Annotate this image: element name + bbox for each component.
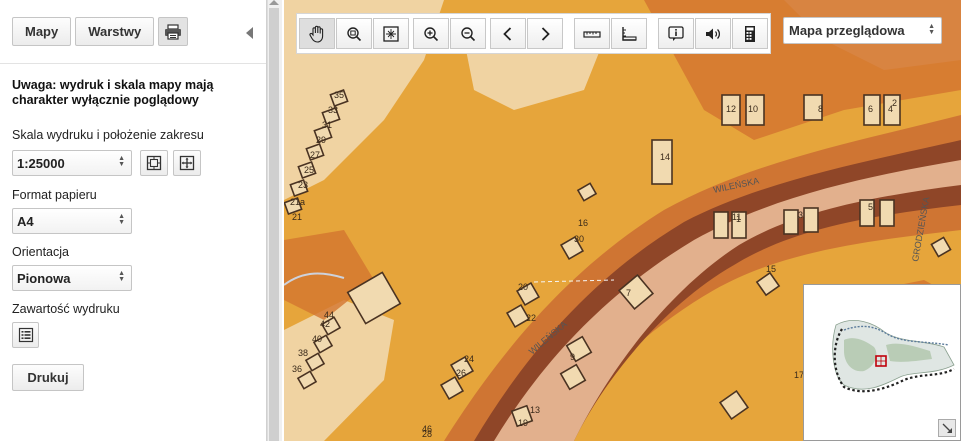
house-number: 33	[328, 105, 338, 115]
print-button[interactable]: Drukuj	[12, 364, 84, 391]
house-number: 26	[456, 368, 466, 378]
overview-map[interactable]	[803, 284, 961, 441]
move-extent-icon	[179, 155, 195, 171]
full-extent-icon	[383, 25, 399, 42]
zoom-in-button[interactable]	[413, 18, 449, 49]
tab-layers[interactable]: Warstwy	[75, 17, 155, 46]
zoom-in-icon	[424, 26, 439, 41]
house-number: 23	[298, 180, 308, 190]
collapse-panel-icon[interactable]	[246, 27, 253, 39]
orientation-label: Orientacja	[12, 245, 69, 259]
orientation-select[interactable]: Pionowa ▲ ▼	[12, 265, 132, 291]
basemap-select[interactable]: Mapa przeglądowa ▲ ▼	[783, 17, 942, 44]
fit-extent-button[interactable]	[140, 150, 168, 176]
select-arrows-icon: ▲ ▼	[928, 23, 935, 36]
measure-distance-button[interactable]	[574, 18, 610, 49]
select-arrows-icon: ▲ ▼	[118, 270, 125, 283]
overview-map-image	[832, 320, 955, 393]
house-number: 22	[526, 313, 536, 323]
measure-area-icon	[622, 26, 637, 41]
previous-view-button[interactable]	[490, 18, 526, 49]
house-number: 46	[422, 424, 432, 434]
house-number: 27	[310, 150, 320, 160]
scale-label: Skala wydruku i położenie zakresu	[12, 128, 204, 142]
house-number: 2	[892, 98, 897, 108]
house-number: 25	[304, 165, 314, 175]
zoom-box-out-icon	[347, 26, 362, 41]
house-number: 9	[570, 352, 575, 362]
zoom-out-button[interactable]	[450, 18, 486, 49]
house-number: 40	[312, 334, 322, 344]
tab-print[interactable]	[158, 17, 189, 46]
content-list-button[interactable]	[12, 322, 39, 348]
fit-extent-icon	[146, 155, 162, 171]
house-number: 19	[518, 418, 528, 428]
house-number: 15	[766, 264, 776, 274]
sound-button[interactable]	[695, 18, 731, 49]
move-extent-button[interactable]	[173, 150, 201, 176]
zoom-box-out-button[interactable]	[336, 18, 372, 49]
house-number: 38	[298, 348, 308, 358]
house-number: 16	[578, 218, 588, 228]
house-number: 21	[292, 212, 302, 222]
scroll-thumb[interactable]	[269, 8, 279, 441]
house-number: 20	[518, 282, 528, 292]
calculator-icon	[745, 25, 755, 42]
house-number: 12	[726, 104, 736, 114]
previous-view-icon	[503, 26, 512, 41]
house-number: 24	[464, 354, 474, 364]
scale-value: 1:25000	[17, 155, 65, 171]
info-icon	[668, 25, 684, 41]
overview-resize-handle[interactable]	[938, 419, 956, 437]
calculator-button[interactable]	[732, 18, 768, 49]
scroll-up-icon[interactable]	[269, 0, 279, 5]
sound-icon	[706, 28, 721, 39]
house-number: 5	[868, 202, 873, 212]
zoom-out-icon	[461, 26, 476, 41]
house-number: 30	[574, 234, 584, 244]
house-number: 11	[732, 212, 741, 222]
pan-tool-button[interactable]	[299, 18, 335, 49]
resize-arrow-icon	[942, 423, 952, 433]
select-arrows-icon: ▲ ▼	[118, 213, 125, 226]
house-number: 8	[818, 104, 823, 114]
orientation-value: Pionowa	[17, 270, 71, 286]
full-extent-button[interactable]	[373, 18, 409, 49]
house-number: 44	[324, 310, 334, 320]
list-icon	[18, 327, 33, 343]
house-number: 42	[320, 319, 330, 329]
house-number: 13	[530, 405, 540, 415]
paper-label: Format papieru	[12, 188, 97, 202]
house-number: 36	[292, 364, 302, 374]
house-number: 7	[626, 288, 631, 298]
house-number: 3	[798, 210, 803, 220]
next-view-icon	[541, 26, 550, 41]
house-number: 21a	[290, 197, 305, 207]
house-number: 35	[334, 90, 344, 100]
paper-value: A4	[17, 213, 34, 229]
tab-maps[interactable]: Mapy	[12, 17, 72, 46]
house-number: 31	[322, 120, 332, 130]
divider	[0, 63, 266, 64]
hand-icon	[309, 25, 324, 43]
basemap-value: Mapa przeglądowa	[789, 23, 905, 38]
house-number: 6	[868, 104, 873, 114]
paper-select[interactable]: A4 ▲ ▼	[12, 208, 132, 234]
info-button[interactable]	[658, 18, 694, 49]
scale-select[interactable]: 1:25000 ▲ ▼	[12, 150, 132, 176]
house-number: 14	[660, 152, 670, 162]
next-view-button[interactable]	[527, 18, 563, 49]
printer-icon	[165, 23, 182, 40]
content-label: Zawartość wydruku	[12, 302, 120, 316]
panel-tabs: Mapy Warstwy	[12, 17, 189, 46]
print-warning: Uwaga: wydruk i skala mapy mają charakte…	[12, 78, 214, 107]
house-number: 10	[748, 104, 758, 114]
print-panel: Mapy Warstwy Uwaga: wydruk i skala mapy …	[0, 0, 267, 441]
map-toolbar	[296, 13, 771, 54]
measure-area-button[interactable]	[611, 18, 647, 49]
house-number: 29	[316, 135, 326, 145]
measure-distance-icon	[583, 30, 601, 38]
select-arrows-icon: ▲ ▼	[118, 155, 125, 168]
